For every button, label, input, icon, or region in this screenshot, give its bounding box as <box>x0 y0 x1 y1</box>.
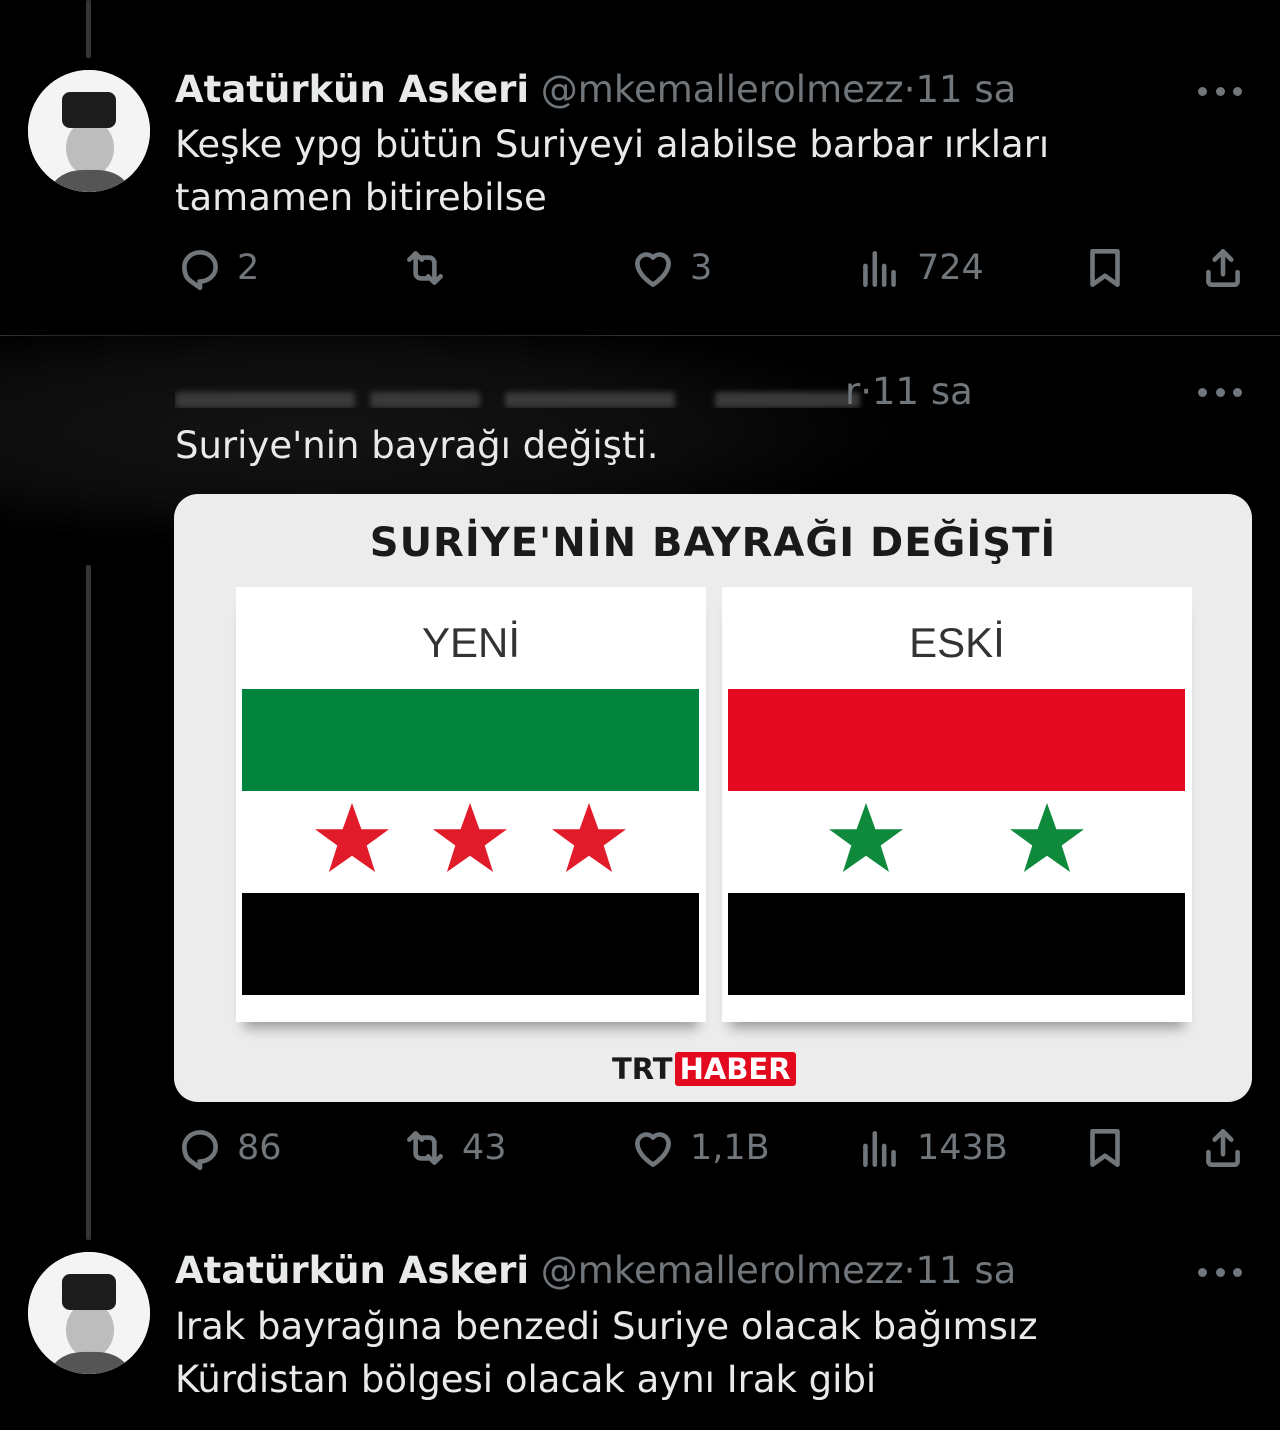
like-button[interactable]: 1,1B <box>628 1123 770 1173</box>
flag-stripe-red <box>728 689 1185 791</box>
old-flag <box>728 689 1185 995</box>
tweet-text: Suriye'nin bayrağı değişti. <box>175 424 659 467</box>
flag-stripe-black <box>728 893 1185 995</box>
flag-stripe-black <box>242 893 699 995</box>
view-count: 143B <box>917 1128 1008 1168</box>
reply-button[interactable]: 86 <box>175 1123 282 1173</box>
new-flag <box>242 689 699 995</box>
old-flag-label: ESKİ <box>909 619 1005 666</box>
reply-icon <box>182 1130 218 1171</box>
views-button[interactable]: 724 <box>855 243 984 293</box>
reply-count: 2 <box>237 248 260 288</box>
card-title: SURİYE'NİN BAYRAĞI DEĞİŞTİ <box>369 520 1057 566</box>
reply-count: 86 <box>237 1128 282 1168</box>
like-button[interactable]: 3 <box>628 243 712 293</box>
tweet-text: Keşke ypg bütün Suriyeyi alabilse barbar… <box>175 123 1050 219</box>
retweet-count: 43 <box>462 1128 507 1168</box>
flag-stars <box>315 803 626 872</box>
user-handle-partial[interactable]: r <box>845 370 860 413</box>
reply-icon <box>182 250 218 291</box>
timestamp[interactable]: 11 sa <box>915 1249 1016 1292</box>
heart-icon <box>635 1132 671 1167</box>
display-name[interactable]: Atatürkün Askeri <box>175 1249 529 1292</box>
separator-dot: · <box>903 1249 916 1292</box>
timestamp[interactable]: 11 sa <box>915 68 1016 111</box>
redacted-author <box>175 378 865 408</box>
display-name[interactable]: Atatürkün Askeri <box>175 68 529 111</box>
bookmark-icon <box>1090 249 1120 287</box>
share-button[interactable] <box>1198 243 1248 293</box>
star-icon <box>552 803 626 872</box>
share-button[interactable] <box>1198 1123 1248 1173</box>
views-icon <box>863 251 896 287</box>
tweet-3[interactable]: Atatürkün Askeri @mkemallerolmezz·11 sa … <box>0 1235 1280 1430</box>
media-card[interactable]: SURİYE'NİN BAYRAĞI DEĞİŞTİ YENİ ESKİ TRT… <box>174 494 1252 1102</box>
new-flag-panel: YENİ <box>236 587 706 1022</box>
user-handle[interactable]: @mkemallerolmezz <box>541 1249 904 1292</box>
tweet-1[interactable]: Atatürkün Askeri @mkemallerolmezz·11 sa … <box>0 0 1280 335</box>
more-icon[interactable] <box>1198 382 1242 402</box>
tweet-text: Irak bayrağına benzedi Suriye olacak bağ… <box>175 1305 1038 1401</box>
star-icon <box>829 803 903 872</box>
reply-button[interactable]: 2 <box>175 243 259 293</box>
like-count: 1,1B <box>690 1128 770 1168</box>
old-flag-panel: ESKİ <box>722 587 1192 1022</box>
retweet-button[interactable]: 43 <box>400 1123 507 1173</box>
star-icon <box>1010 803 1084 872</box>
trt-haber-logo: TRT HABER <box>612 1052 796 1086</box>
retweet-button[interactable] <box>400 243 462 293</box>
separator-dot: · <box>903 68 916 111</box>
bookmark-icon <box>1090 1129 1120 1167</box>
more-icon[interactable] <box>1198 81 1242 101</box>
star-icon <box>433 803 507 872</box>
avatar-image <box>28 70 150 192</box>
retweet-icon <box>407 251 443 285</box>
share-icon <box>1206 1129 1240 1167</box>
flag-stars <box>829 803 1084 872</box>
star-icon <box>315 803 389 872</box>
bookmark-button[interactable] <box>1080 243 1130 293</box>
avatar[interactable] <box>28 70 150 192</box>
bookmark-button[interactable] <box>1080 1123 1130 1173</box>
share-icon <box>1206 249 1240 287</box>
flag-stripe-green <box>242 689 699 791</box>
timestamp[interactable]: 11 sa <box>872 370 973 413</box>
retweet-icon <box>407 1131 443 1165</box>
view-count: 724 <box>917 248 984 288</box>
avatar-image <box>28 1252 150 1374</box>
more-icon[interactable] <box>1198 1262 1242 1282</box>
views-button[interactable]: 143B <box>855 1123 1008 1173</box>
separator-dot: · <box>860 370 872 413</box>
user-handle[interactable]: @mkemallerolmezz <box>541 68 904 111</box>
views-icon <box>863 1131 896 1167</box>
like-count: 3 <box>690 248 713 288</box>
heart-icon <box>635 252 671 287</box>
avatar[interactable] <box>28 1252 150 1374</box>
new-flag-label: YENİ <box>421 619 521 666</box>
